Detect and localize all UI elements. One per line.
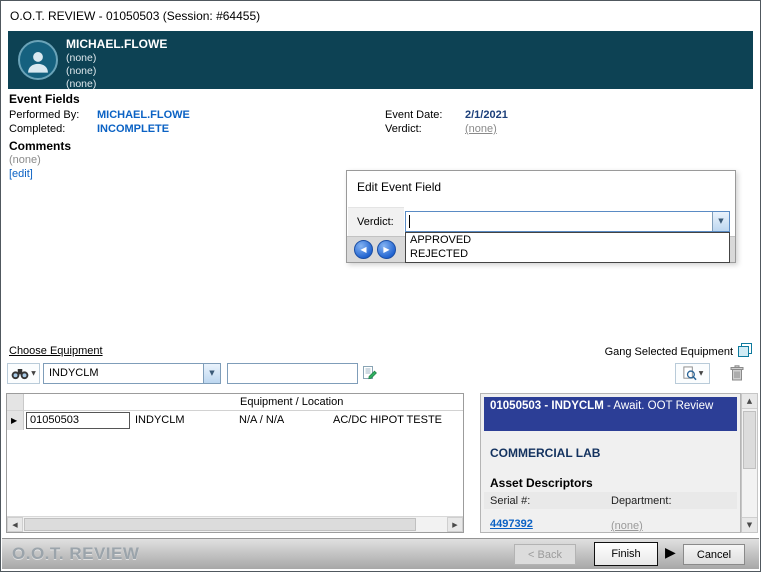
footer-bar: O.O.T. REVIEW < Back Finish ▶ Cancel <box>2 538 759 569</box>
delete-equipment-button[interactable] <box>730 365 744 384</box>
table-row[interactable]: ▶ 01050503 INDYCLM N/A / N/A AC/DC HIPOT… <box>7 411 463 430</box>
performed-by-value: MICHAEL.FLOWE <box>97 109 190 121</box>
comments-value: (none) <box>9 154 41 166</box>
scroll-up-button[interactable]: ▲ <box>742 394 757 409</box>
details-lab-name: COMMERCIAL LAB <box>490 446 600 460</box>
binoculars-icon <box>11 367 29 380</box>
cell-equipment-description[interactable]: AC/DC HIPOT TESTE <box>333 414 442 426</box>
avatar <box>18 40 58 80</box>
user-detail-line: (none) <box>66 65 96 77</box>
verdict-dropdown-list: APPROVED REJECTED <box>405 232 730 263</box>
chevron-down-icon: ▼ <box>699 370 704 377</box>
edit-pencil-icon <box>362 365 378 381</box>
completed-value: INCOMPLETE <box>97 123 169 135</box>
combobox-dropdown-button[interactable]: ▼ <box>712 212 729 231</box>
choose-equipment-link[interactable]: Choose Equipment <box>9 345 103 357</box>
equipment-group-value: INDYCLM <box>49 367 99 379</box>
vertical-scrollbar-thumb[interactable] <box>743 411 756 469</box>
text-caret <box>409 215 410 228</box>
user-detail-line: (none) <box>66 52 96 64</box>
finish-split-arrow-icon[interactable]: ▶ <box>665 545 676 561</box>
verdict-combobox[interactable]: ▼ <box>405 211 730 232</box>
verdict-label: Verdict: <box>385 123 422 135</box>
footer-title: O.O.T. REVIEW <box>12 544 139 564</box>
serial-value-link[interactable]: 4497392 <box>490 518 533 530</box>
scroll-left-icon: ◀ <box>12 521 17 529</box>
preview-split-button[interactable]: ▼ <box>675 363 710 384</box>
details-title-status: - Await. OOT Review <box>604 400 714 412</box>
header-gutter <box>7 394 24 410</box>
gang-selected-equipment-button[interactable] <box>737 342 753 361</box>
horizontal-scrollbar-thumb[interactable] <box>24 518 416 531</box>
equipment-group-combobox[interactable]: INDYCLM ▼ <box>43 363 221 384</box>
preview-magnifier-icon <box>682 366 697 381</box>
back-button: < Back <box>514 544 576 565</box>
chevron-down-icon: ▼ <box>209 369 214 377</box>
details-title-banner: 01050503 - INDYCLM - Await. OOT Review <box>484 397 737 431</box>
department-value-link[interactable]: (none) <box>611 520 643 532</box>
serial-label: Serial #: <box>490 495 530 507</box>
equipment-search-input[interactable] <box>227 363 358 384</box>
comments-heading: Comments <box>9 139 71 153</box>
user-detail-line: (none) <box>66 78 96 90</box>
next-field-button[interactable]: ▶ <box>377 240 396 259</box>
arrow-left-icon: ◀ <box>360 245 366 254</box>
chevron-down-icon: ▼ <box>718 217 723 225</box>
event-fields-heading: Event Fields <box>9 92 80 106</box>
performed-by-label: Performed By: <box>9 109 79 121</box>
scroll-right-button[interactable]: ▶ <box>447 517 463 532</box>
table-header-row: Equipment / Location <box>7 394 463 411</box>
find-split-button[interactable]: ▼ <box>7 363 40 384</box>
cell-equipment-group[interactable]: INDYCLM <box>135 414 185 426</box>
finish-button[interactable]: Finish <box>594 542 658 566</box>
user-header-band: MICHAEL.FLOWE (none) (none) (none) <box>8 31 753 89</box>
cell-equipment-location[interactable]: N/A / N/A <box>239 414 284 426</box>
equipment-details-panel: 01050503 - INDYCLM - Await. OOT Review C… <box>480 393 741 533</box>
combobox-dropdown-button[interactable]: ▼ <box>203 364 220 383</box>
horizontal-scrollbar[interactable]: ◀ ▶ <box>7 516 463 532</box>
scroll-up-icon: ▲ <box>747 397 752 405</box>
gang-copy-icon <box>737 342 753 358</box>
equipment-table: Equipment / Location ▶ 01050503 INDYCLM … <box>6 393 464 533</box>
column-header-equipment-location[interactable]: Equipment / Location <box>240 396 343 408</box>
verdict-value-link[interactable]: (none) <box>465 123 497 135</box>
gang-selected-equipment-label: Gang Selected Equipment <box>605 346 733 358</box>
scroll-left-button[interactable]: ◀ <box>7 517 23 532</box>
scroll-down-button[interactable]: ▼ <box>742 517 757 532</box>
popup-verdict-label: Verdict: <box>357 216 394 228</box>
trash-icon <box>730 365 744 381</box>
details-title-id: 01050503 - INDYCLM <box>490 400 604 412</box>
edit-equipment-button[interactable] <box>362 365 378 384</box>
scroll-down-icon: ▼ <box>747 521 752 529</box>
vertical-scrollbar[interactable]: ▲ ▼ <box>741 393 758 533</box>
event-date-label: Event Date: <box>385 109 442 121</box>
edit-event-field-popup: Edit Event Field Verdict: ▼ APPROVED REJ… <box>346 170 736 263</box>
user-name: MICHAEL.FLOWE <box>66 37 167 51</box>
edit-comments-link[interactable]: [edit] <box>9 168 33 180</box>
department-label: Department: <box>611 495 672 507</box>
asset-descriptors-heading: Asset Descriptors <box>490 476 593 490</box>
cancel-button[interactable]: Cancel <box>683 544 745 565</box>
row-marker-icon: ▶ <box>11 416 17 425</box>
completed-label: Completed: <box>9 123 65 135</box>
row-selector[interactable]: ▶ <box>7 411 24 430</box>
event-date-value: 2/1/2021 <box>465 109 508 121</box>
dropdown-option-approved[interactable]: APPROVED <box>406 233 729 247</box>
scroll-right-icon: ▶ <box>452 521 457 529</box>
oot-review-dialog: O.O.T. REVIEW - 01050503 (Session: #6445… <box>0 0 761 572</box>
cell-equipment-id[interactable]: 01050503 <box>26 412 130 429</box>
person-icon <box>24 47 52 75</box>
arrow-right-icon: ▶ <box>383 245 389 254</box>
chevron-down-icon: ▼ <box>31 370 36 377</box>
popup-title: Edit Event Field <box>357 180 441 194</box>
dropdown-option-rejected[interactable]: REJECTED <box>406 247 729 261</box>
window-title: O.O.T. REVIEW - 01050503 (Session: #6445… <box>1 1 760 30</box>
previous-field-button[interactable]: ◀ <box>354 240 373 259</box>
